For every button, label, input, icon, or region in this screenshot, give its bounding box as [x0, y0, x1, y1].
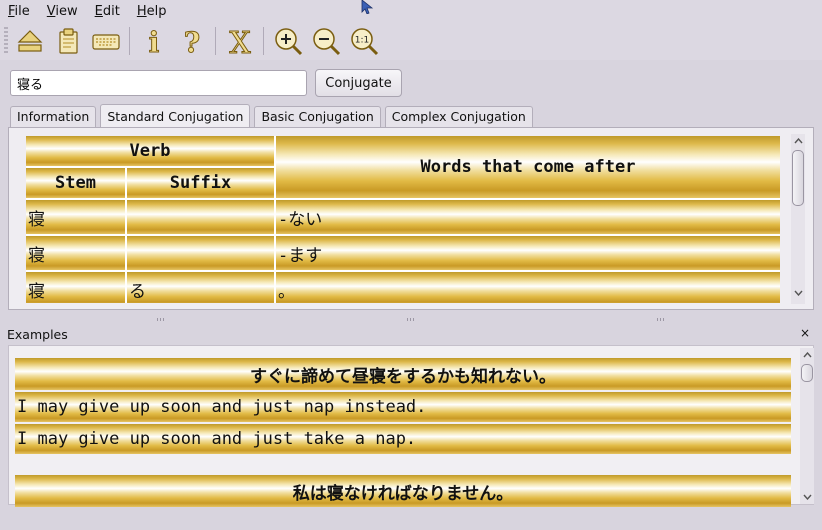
table-cell-stem: 寝	[26, 272, 125, 303]
info-icon: i	[148, 26, 160, 56]
tab-standard-conjugation[interactable]: Standard Conjugation	[100, 104, 251, 128]
menu-edit-mnemonic: E	[94, 3, 103, 19]
table-cell-after: -ない	[276, 200, 780, 234]
example-japanese-sentence: すぐに諦めて昼寝をするかも知れない。	[15, 358, 791, 390]
toolbar: i ? X 1:1	[0, 22, 822, 60]
search-input[interactable]	[10, 70, 307, 96]
tab-complex-conjugation[interactable]: Complex Conjugation	[384, 106, 533, 128]
menu-help-mnemonic: H	[136, 3, 147, 19]
help-button[interactable]: ?	[174, 24, 210, 58]
header-stem: Stem	[26, 168, 125, 198]
zoom-out-button[interactable]	[308, 24, 344, 58]
zoom-in-icon	[275, 28, 303, 56]
scrollbar-thumb[interactable]	[792, 150, 804, 206]
conjugation-table: Verb Stem Suffix Words that come after 寝…	[26, 136, 780, 303]
examples-scrollbar[interactable]	[800, 348, 814, 504]
examples-dock-title: Examples	[7, 327, 68, 342]
menu-view[interactable]: View	[47, 4, 78, 19]
keyboard-icon	[92, 34, 120, 50]
svg-text:?: ?	[184, 26, 200, 56]
splitter-grip	[657, 318, 666, 321]
eject-icon	[17, 30, 43, 52]
table-cell-suffix: る	[127, 272, 274, 303]
menu-bar: File View Edit Help	[0, 0, 822, 22]
scrollbar-thumb[interactable]	[801, 364, 813, 382]
menu-edit-label: dit	[102, 3, 120, 19]
paste-button[interactable]	[50, 24, 86, 58]
toolbar-grip[interactable]	[4, 27, 8, 55]
mouse-cursor-icon	[361, 0, 374, 14]
zoom-out-icon	[313, 28, 341, 56]
header-verb: Verb	[26, 136, 274, 166]
splitter-grip	[157, 318, 166, 321]
zoom-in-button[interactable]	[270, 24, 306, 58]
menu-help[interactable]: Help	[137, 4, 167, 19]
splitter-handle[interactable]	[0, 316, 822, 324]
table-cell-stem: 寝	[26, 236, 125, 270]
scroll-up-icon[interactable]	[800, 348, 814, 362]
example-japanese-sentence: 私は寝なければなりません。	[15, 475, 791, 507]
eject-button[interactable]	[12, 24, 48, 58]
tab-information[interactable]: Information	[10, 106, 97, 128]
scroll-down-icon[interactable]	[791, 286, 805, 300]
info-button[interactable]: i	[136, 24, 172, 58]
table-cell-after: -ます	[276, 236, 780, 270]
toolbar-separator	[263, 27, 264, 55]
table-cell-suffix	[127, 200, 274, 234]
scroll-up-icon[interactable]	[791, 134, 805, 148]
svg-text:i: i	[149, 26, 160, 56]
clear-icon: X	[229, 26, 252, 56]
splitter-grip	[407, 318, 416, 321]
table-cell-suffix	[127, 236, 274, 270]
examples-panel: すぐに諦めて昼寝をするかも知れない。 I may give up soon an…	[8, 345, 814, 507]
table-scrollbar[interactable]	[791, 134, 805, 304]
table-cell-stem: 寝	[26, 200, 125, 234]
zoom-reset-icon: 1:1	[351, 28, 379, 56]
table-cell-after: 。	[276, 272, 780, 303]
toolbar-separator	[129, 27, 130, 55]
menu-view-label: iew	[55, 3, 78, 19]
tab-panel: Verb Stem Suffix Words that come after 寝…	[8, 127, 814, 310]
svg-text:X: X	[229, 26, 251, 56]
clear-button[interactable]: X	[222, 24, 258, 58]
status-strip	[0, 510, 822, 530]
menu-file[interactable]: File	[8, 4, 30, 19]
example-english-sentence: I may give up soon and just nap instead.	[15, 392, 791, 422]
menu-file-label: ile	[14, 3, 30, 19]
paste-icon	[59, 28, 78, 54]
toolbar-separator	[215, 27, 216, 55]
svg-text:1:1: 1:1	[355, 36, 369, 46]
close-icon[interactable]: ×	[800, 326, 810, 340]
scroll-down-icon[interactable]	[800, 490, 814, 504]
header-words-after: Words that come after	[276, 136, 780, 198]
keyboard-button[interactable]	[88, 24, 124, 58]
menu-edit[interactable]: Edit	[95, 4, 120, 19]
header-suffix: Suffix	[127, 168, 274, 198]
tab-bar: Information Standard Conjugation Basic C…	[10, 104, 537, 128]
menu-help-label: elp	[146, 3, 167, 19]
tab-basic-conjugation[interactable]: Basic Conjugation	[254, 106, 381, 128]
zoom-reset-button[interactable]: 1:1	[346, 24, 382, 58]
help-icon: ?	[183, 26, 200, 56]
example-english-sentence: I may give up soon and just take a nap.	[15, 424, 791, 454]
conjugate-button[interactable]: Conjugate	[315, 69, 402, 97]
